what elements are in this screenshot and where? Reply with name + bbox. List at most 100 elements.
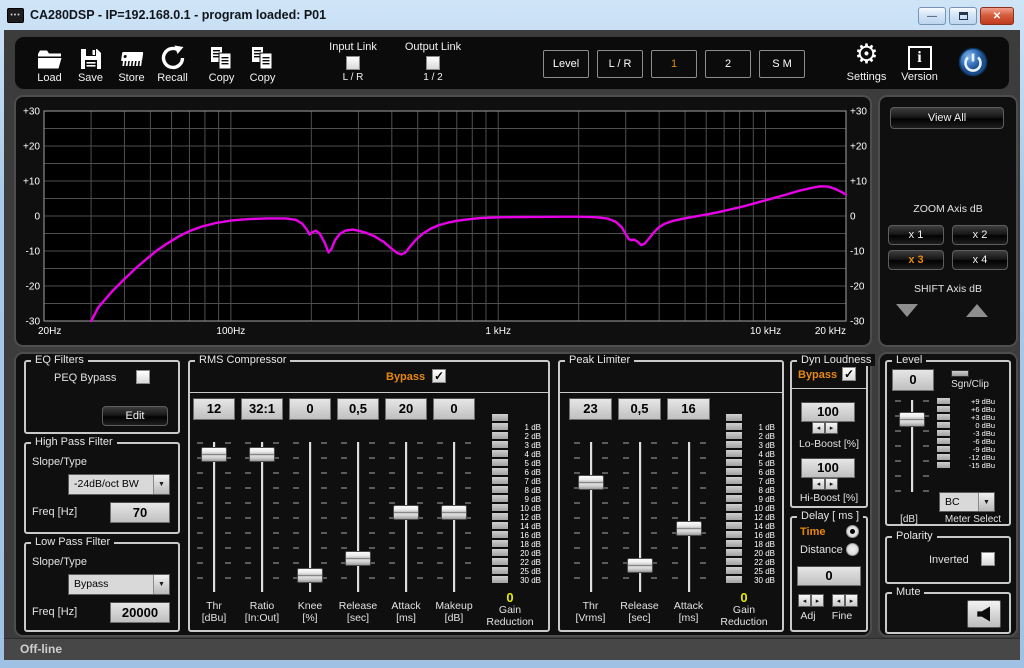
zoom-axis-button-x2[interactable]: x 2 [952,225,1008,245]
meter-segment [492,432,508,439]
chevron-down-icon: ▼ [978,493,994,511]
view-all-button[interactable]: View All [890,107,1004,129]
eq-edit-button[interactable]: Edit [102,406,168,426]
y-axis-label: -10 [26,247,41,258]
rms-makeup-value[interactable]: 0 [433,398,475,420]
lo-boost-value[interactable]: 100 [801,402,855,422]
channel-button-3[interactable]: 1 [651,50,697,78]
limiter-attack-value[interactable]: 16 [667,398,710,420]
inverted-checkbox[interactable] [981,552,995,566]
rms-release-slider-thumb[interactable] [345,551,371,566]
rms-bypass-checkbox[interactable]: ✓ [432,369,446,383]
rms-knee-slider-thumb[interactable] [297,568,323,583]
meter-scale-label: 30 dB [745,576,775,585]
rms-thr-slider-thumb[interactable] [201,447,227,462]
delay-fine-down-button[interactable]: ◂ [832,594,845,607]
hi-boost-down-button[interactable]: ◂ [812,478,825,490]
level-value[interactable]: 0 [892,369,934,391]
limiter-thr-value[interactable]: 23 [569,398,612,420]
peq-bypass-checkbox[interactable] [136,370,150,384]
rms-ratio-slider-thumb[interactable] [249,447,275,462]
meter-segment [492,549,508,556]
zoom-axis-label: ZOOM Axis dB [880,203,1016,215]
rms-thr-value[interactable]: 12 [193,398,235,420]
copy-input-button[interactable]: Copy [201,41,242,84]
rms-knee-value[interactable]: 0 [289,398,331,420]
rms-attack-slider-thumb[interactable] [393,505,419,520]
rms-attack-slider[interactable] [389,438,423,596]
app-icon: ••• [7,8,24,23]
power-button[interactable] [952,46,993,78]
level-title: Level [892,354,926,366]
level-slider-thumb[interactable] [899,412,925,427]
channel-button-2[interactable]: L / R [597,50,643,78]
meter-scale-label: 7 dB [511,477,541,486]
lpf-freq-value[interactable]: 20000 [110,602,170,623]
hi-boost-up-button[interactable]: ▸ [825,478,838,490]
limiter-gain-reduction-meter [726,414,742,585]
meter-scale-label: 12 dB [511,513,541,522]
lo-boost-down-button[interactable]: ◂ [812,422,825,434]
x-axis-label: 100Hz [216,326,245,337]
meter-segment [726,441,742,448]
zoom-axis-button-x1[interactable]: x 1 [888,225,944,245]
limiter-release-slider[interactable] [623,438,657,596]
save-button[interactable]: Save [70,41,111,84]
shift-down-button[interactable] [896,304,918,317]
rms-makeup-slider[interactable] [437,438,471,596]
rms-attack-value[interactable]: 20 [385,398,427,420]
rms-ratio-slider[interactable] [245,438,279,596]
limiter-attack-slider-thumb[interactable] [676,521,702,536]
channel-button-5[interactable]: S M [759,50,805,78]
lpf-slope-select[interactable]: Bypass▼ [68,574,170,595]
delay-fine-up-button[interactable]: ▸ [845,594,858,607]
x-axis-label: 20 kHz [815,326,846,337]
rms-thr-slider[interactable] [197,438,231,596]
store-button[interactable]: Store [111,41,152,84]
delay-adj-down-button[interactable]: ◂ [798,594,811,607]
limiter-thr-slider[interactable] [574,438,608,596]
close-button[interactable]: ✕ [980,7,1014,25]
delay-distance-radio[interactable] [846,543,859,556]
limiter-release-value[interactable]: 0,5 [618,398,661,420]
input-link-checkbox[interactable] [346,56,360,70]
rms-ratio-value[interactable]: 32:1 [241,398,283,420]
version-button[interactable]: i Version [899,40,940,83]
rms-knee-slider[interactable] [293,438,327,596]
lo-boost-up-button[interactable]: ▸ [825,422,838,434]
recall-button[interactable]: Recall [152,41,193,84]
delay-adj-up-button[interactable]: ▸ [811,594,824,607]
level-slider[interactable] [895,396,929,496]
rms-release-slider[interactable] [341,438,375,596]
load-button[interactable]: Load [29,41,70,84]
dyn-bypass-checkbox[interactable]: ✓ [842,367,856,381]
shift-up-button[interactable] [966,304,988,317]
response-graph: +30+30+20+20+10+1000-10-10-20-20-30-3020… [16,97,870,345]
hi-boost-value[interactable]: 100 [801,458,855,478]
copy-output-button[interactable]: Copy [242,41,283,84]
channel-button-1[interactable]: Level [543,50,589,78]
mute-button[interactable] [967,600,1001,628]
zoom-axis-button-x4[interactable]: x 4 [952,250,1008,270]
delay-time-radio[interactable] [846,525,859,538]
delay-value[interactable]: 0 [797,566,861,586]
limiter-attack-slider[interactable] [672,438,706,596]
rms-release-value[interactable]: 0,5 [337,398,379,420]
limiter-thr-slider-thumb[interactable] [578,475,604,490]
meter-segment [937,446,950,452]
limiter-release-slider-thumb[interactable] [627,558,653,573]
hpf-freq-value[interactable]: 70 [110,502,170,523]
meter-scale-label: 12 dB [745,513,775,522]
output-link-checkbox[interactable] [426,56,440,70]
minimize-button[interactable]: — [918,7,946,25]
meter-scale-label [745,414,775,423]
hpf-slope-select[interactable]: -24dB/oct BW▼ [68,474,170,495]
maximize-button[interactable] [949,7,977,25]
zoom-axis-button-x3[interactable]: x 3 [888,250,944,270]
rms-makeup-slider-thumb[interactable] [441,505,467,520]
channel-button-4[interactable]: 2 [705,50,751,78]
dyn-loudness-title: Dyn Loudness [797,354,875,366]
meter-select-dropdown[interactable]: BC▼ [939,492,995,512]
axis-zoom-panel: View All ZOOM Axis dB x 1x 2x 3x 4 SHIFT… [878,95,1018,347]
settings-button[interactable]: ⚙ Settings [846,40,887,83]
